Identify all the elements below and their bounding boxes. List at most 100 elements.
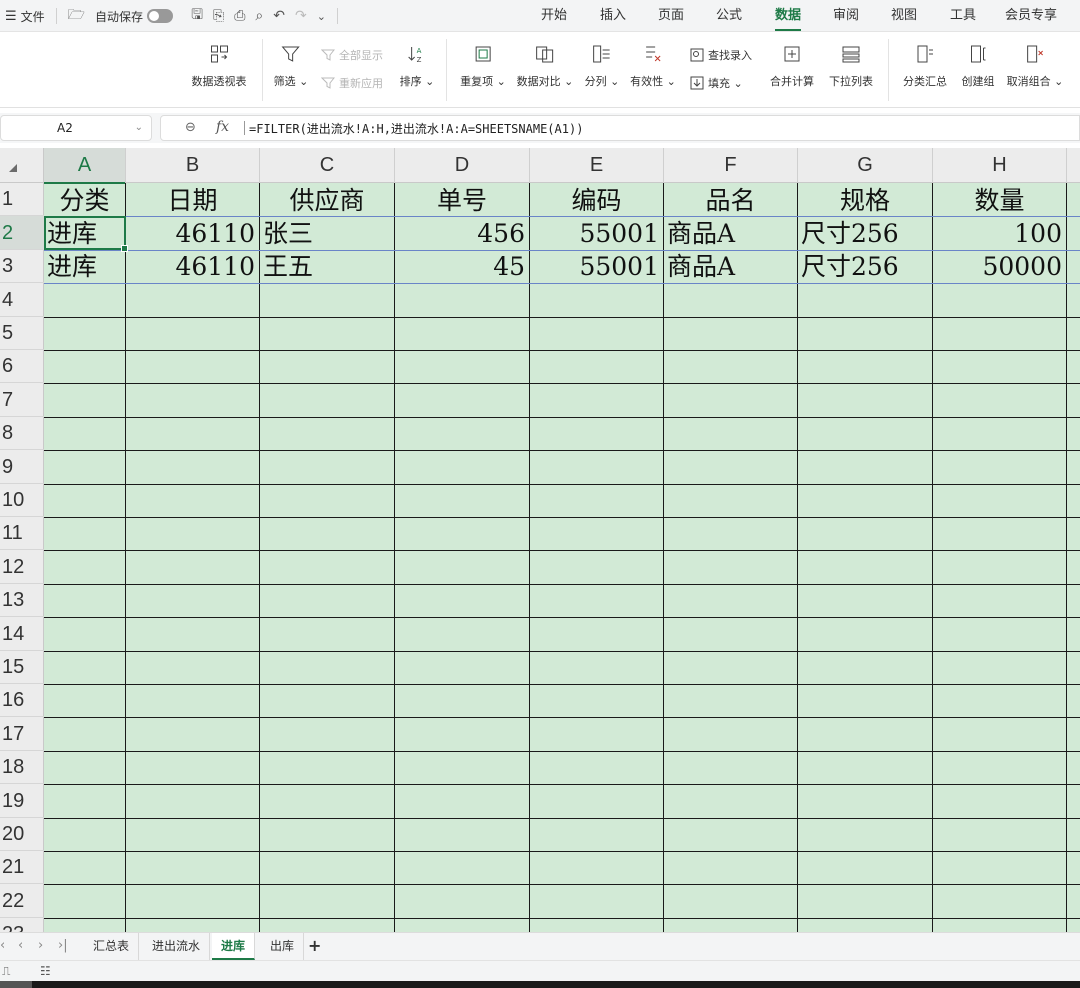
column-header-h[interactable]: H — [933, 148, 1067, 183]
row-header[interactable]: 8 — [0, 417, 44, 450]
share-icon[interactable]: ⎘ — [208, 8, 229, 24]
tab-insert[interactable]: 插入 — [600, 0, 626, 32]
row-header[interactable]: 18 — [0, 751, 44, 784]
row-header[interactable]: 17 — [0, 717, 44, 751]
save-icon[interactable]: 🖫 — [186, 4, 208, 28]
row-header[interactable]: 10 — [0, 484, 44, 517]
cell-e3[interactable]: 55001 — [530, 250, 663, 283]
cell-b3[interactable]: 46110 — [126, 250, 259, 283]
tab-data[interactable]: 数据 — [774, 0, 802, 32]
function-icon[interactable]: fx — [216, 119, 229, 135]
row-header[interactable]: 13 — [0, 584, 44, 617]
formula-text[interactable]: =FILTER(进出流水!A:H,进出流水!A:A=SHEETSNAME(A1)… — [243, 120, 583, 137]
cell-h3[interactable]: 50000 — [933, 250, 1066, 283]
validation-button[interactable]: 有效性 ⌄ — [630, 43, 676, 89]
row-header[interactable]: 6 — [0, 350, 44, 383]
cell-e2[interactable]: 55001 — [530, 217, 663, 250]
cell-d2[interactable]: 456 — [395, 217, 529, 250]
row-header[interactable]: 22 — [0, 884, 44, 918]
row-header[interactable]: 5 — [0, 317, 44, 350]
column-header-b[interactable]: B — [126, 148, 260, 183]
cell-c2[interactable]: 张三 — [260, 217, 394, 250]
cell-c1[interactable]: 供应商 — [260, 184, 394, 217]
cell-c3[interactable]: 王五 — [260, 250, 394, 283]
first-sheet-icon[interactable]: ‹ — [0, 938, 5, 953]
cell-a3[interactable]: 进库 — [44, 250, 125, 283]
macro-icon[interactable]: ⎍ — [2, 964, 10, 979]
consolidate-button[interactable]: 合并计算 — [770, 43, 814, 89]
row-header[interactable]: 12 — [0, 550, 44, 584]
column-header-d[interactable]: D — [395, 148, 530, 183]
row-header[interactable]: 7 — [0, 383, 44, 417]
cell-b1[interactable]: 日期 — [126, 184, 259, 217]
duplicates-button[interactable]: 重复项 ⌄ — [460, 43, 506, 89]
ungroup-button[interactable]: 取消组合 ⌄ — [1007, 43, 1063, 89]
autosave-toggle[interactable]: 自动保存 — [90, 0, 178, 32]
sort-button[interactable]: AZ 排序 ⌄ — [400, 43, 434, 89]
undo-icon[interactable]: ↶ — [268, 8, 290, 24]
cell-a1[interactable]: 分类 — [44, 184, 125, 217]
subtotal-button[interactable]: 分类汇总 — [903, 43, 947, 89]
cell-h2[interactable]: 100 — [933, 217, 1066, 250]
autosave-switch[interactable] — [147, 9, 174, 23]
tab-view[interactable]: 视图 — [891, 0, 917, 32]
tab-home[interactable]: 开始 — [541, 0, 567, 32]
compare-button[interactable]: 数据对比 ⌄ — [517, 43, 573, 89]
column-header-f[interactable]: F — [664, 148, 798, 183]
cell-g3[interactable]: 尺寸256 — [798, 250, 932, 283]
chevron-down-icon[interactable]: ⌄ — [135, 116, 143, 140]
next-sheet-icon[interactable]: › — [38, 938, 43, 953]
more-chevron-icon[interactable]: ⌄ — [312, 10, 331, 23]
row-header[interactable]: 19 — [0, 784, 44, 818]
tab-tools[interactable]: 工具 — [950, 0, 976, 32]
row-header[interactable]: 20 — [0, 818, 44, 851]
split-column-button[interactable]: 分列 ⌄ — [585, 43, 619, 89]
row-header[interactable]: 4 — [0, 283, 44, 317]
file-menu[interactable]: ☰ 文件 — [0, 0, 50, 32]
column-header-c[interactable]: C — [260, 148, 395, 183]
name-box[interactable]: A2 ⌄ — [0, 115, 152, 141]
cell-g2[interactable]: 尺寸256 — [798, 217, 932, 250]
row-header[interactable]: 9 — [0, 450, 44, 484]
cell-f2[interactable]: 商品A — [664, 217, 797, 250]
cell-d3[interactable]: 45 — [395, 250, 529, 283]
cell-b2[interactable]: 46110 — [126, 217, 259, 250]
cell-area[interactable]: 分类 日期 供应商 单号 编码 品名 规格 数量 进库 46110 张三 456… — [44, 183, 1080, 932]
tab-formula[interactable]: 公式 — [716, 0, 742, 32]
lookup-entry-button[interactable]: 查找录入 — [689, 47, 752, 63]
tab-review[interactable]: 审阅 — [833, 0, 859, 32]
column-header-g[interactable]: G — [798, 148, 933, 183]
cell-g1[interactable]: 规格 — [798, 184, 932, 217]
dropdown-list-button[interactable]: 下拉列表 — [829, 43, 873, 89]
filter-button[interactable]: 筛选 ⌄ — [274, 43, 308, 89]
print-preview-icon[interactable]: ⌕ — [250, 8, 268, 24]
open-folder-icon[interactable]: 🗁 — [63, 4, 90, 28]
prev-sheet-icon[interactable]: ‹ — [18, 938, 23, 953]
pivot-table-button[interactable]: 数据透视表 — [192, 43, 247, 89]
row-header[interactable]: 1 — [0, 183, 44, 216]
sheet-tab-flow[interactable]: 进出流水 — [143, 933, 211, 960]
cell-f1[interactable]: 品名 — [664, 184, 797, 217]
fill-button[interactable]: 填充 ⌄ — [689, 75, 743, 91]
select-all-corner[interactable] — [0, 148, 44, 183]
sheet-tab-summary[interactable]: 汇总表 — [84, 933, 140, 960]
row-header[interactable]: 15 — [0, 651, 44, 684]
sheet-tab-outbound[interactable]: 出库 — [261, 933, 305, 960]
layout-icon[interactable]: ☷ — [40, 964, 51, 978]
cell-f3[interactable]: 商品A — [664, 250, 797, 283]
reapply-button[interactable]: 重新应用 — [320, 75, 383, 91]
row-header[interactable]: 21 — [0, 851, 44, 884]
show-all-button[interactable]: 全部显示 — [320, 47, 383, 63]
column-header-a[interactable]: A — [44, 148, 126, 184]
cell-d1[interactable]: 单号 — [395, 184, 529, 217]
active-cell-cursor[interactable] — [44, 216, 128, 252]
formula-input[interactable]: ⊖ fx =FILTER(进出流水!A:H,进出流水!A:A=SHEETSNAM… — [160, 115, 1080, 141]
redo-icon[interactable]: ↷ — [290, 8, 312, 24]
tab-member[interactable]: 会员专享 — [1005, 0, 1057, 32]
print-icon[interactable]: ⎙ — [229, 8, 250, 24]
cell-h1[interactable]: 数量 — [933, 184, 1066, 217]
tab-page[interactable]: 页面 — [658, 0, 684, 32]
row-header[interactable]: 16 — [0, 684, 44, 717]
row-header[interactable]: 23 — [0, 918, 44, 932]
add-sheet-button[interactable]: + — [308, 936, 321, 955]
